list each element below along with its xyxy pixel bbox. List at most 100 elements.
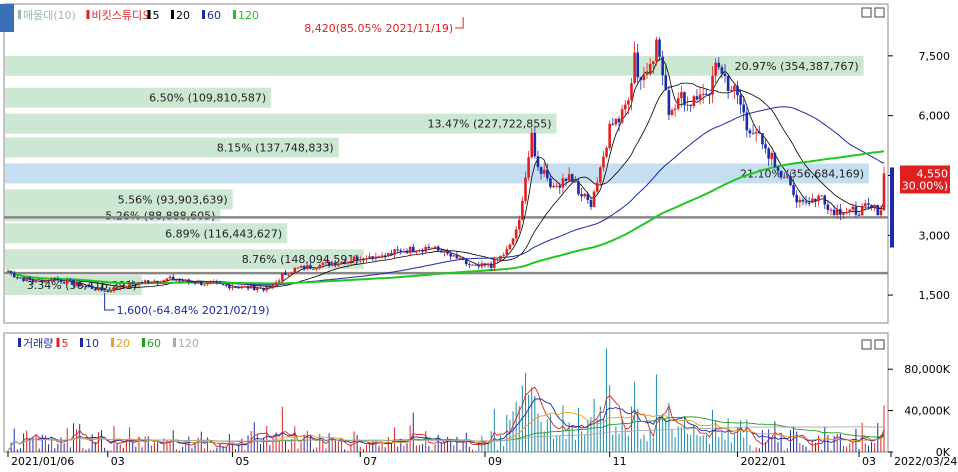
low-annotation: 1,600(-64.84% 2021/02/19) (117, 304, 270, 317)
candle-body (256, 287, 259, 291)
candle-body (175, 280, 178, 282)
candle-body (203, 284, 206, 286)
candle-body (739, 95, 742, 105)
legend-swatch (86, 10, 90, 19)
volume-profile-label: 6.50% (109,810,587) (149, 92, 266, 105)
candle-body (480, 263, 484, 267)
candle-body (327, 262, 331, 266)
candle-body (686, 104, 689, 106)
date-tick-label: 2022/03/24 (894, 455, 957, 468)
candle-body (742, 104, 746, 113)
candle-body (814, 198, 817, 202)
stock-chart: 20.97% (354,387,767) 6.50% (109,810,587) 1… (0, 3, 957, 468)
candle-body (75, 281, 78, 286)
candle-body (418, 249, 421, 252)
candle-body (171, 276, 175, 281)
candle-body (97, 287, 100, 291)
candle-body (854, 206, 858, 215)
candle-body (848, 209, 852, 213)
candle-body (377, 256, 381, 258)
candle-body (184, 279, 187, 282)
candle-body (56, 278, 60, 280)
candle-body (729, 89, 733, 91)
candle-body (287, 274, 290, 276)
candle-body (87, 286, 91, 288)
side-tab[interactable] (0, 4, 14, 32)
candle-body (764, 144, 767, 149)
candle-body (661, 56, 664, 76)
candle-body (455, 255, 459, 259)
legend-label: 20 (176, 9, 190, 22)
candle-body (368, 256, 371, 259)
candle-body (218, 282, 222, 284)
candle-body (209, 282, 212, 284)
candle-body (804, 201, 808, 203)
candle-body (243, 286, 247, 288)
candle-body (583, 193, 587, 197)
candle-body (134, 284, 138, 286)
candle-body (776, 166, 780, 171)
candle-body (168, 276, 172, 279)
candle-body (882, 173, 886, 211)
candle-body (380, 255, 384, 258)
candle-body (770, 152, 774, 159)
date-tick-label: 09 (488, 455, 502, 468)
candle-body (636, 52, 640, 78)
candle-body (265, 286, 269, 291)
candle-body (128, 282, 131, 287)
candle-body (574, 181, 577, 183)
candle-body (399, 250, 403, 253)
candle-body (393, 249, 396, 255)
legend-label: 비킷스튜디오 (92, 9, 153, 22)
volume-minimize-icon[interactable] (861, 339, 872, 350)
candle-body (758, 131, 761, 134)
candle-body (330, 263, 334, 266)
legend-swatch (202, 10, 205, 19)
candle-body (93, 288, 97, 291)
candle-body (555, 185, 558, 187)
candle-body (387, 253, 390, 257)
legend-label: 60 (207, 9, 221, 22)
candle-body (468, 264, 471, 266)
candle-body (717, 62, 721, 68)
candle-body (695, 96, 699, 100)
volume-profile-label: 6.89% (116,443,627) (165, 227, 282, 240)
candle-body (293, 267, 297, 273)
candle-body (103, 290, 106, 292)
candle-body (315, 268, 318, 270)
candle-body (589, 199, 593, 207)
candle-body (477, 264, 481, 267)
candle-body (290, 272, 293, 275)
candle-body (683, 92, 686, 106)
candle-body (561, 178, 565, 188)
candle-body (508, 244, 512, 250)
candle-body (28, 277, 32, 280)
candle-body (586, 193, 590, 200)
candle-body (405, 251, 409, 254)
candle-body (505, 249, 509, 255)
candle-body (421, 249, 424, 252)
candle-body (131, 282, 134, 285)
candle-body (312, 268, 315, 270)
price-minimize-icon[interactable] (861, 7, 872, 18)
candle-body (826, 204, 830, 210)
candle-body (714, 62, 717, 76)
candle-body (633, 52, 636, 84)
volume-close-icon[interactable] (874, 339, 885, 350)
candle-body (779, 170, 783, 178)
legend-label: 120 (238, 9, 259, 22)
candle-body (567, 174, 571, 181)
candle-body (443, 250, 446, 253)
volume-legend-swatch (142, 338, 145, 347)
candle-body (408, 246, 412, 254)
candle-body (309, 265, 312, 269)
candle-body (726, 76, 730, 91)
candle-body (187, 279, 191, 282)
candle-body (346, 262, 350, 264)
price-close-icon[interactable] (874, 7, 885, 18)
candle-body (181, 280, 184, 282)
candle-body (106, 290, 110, 292)
candle-body (599, 167, 602, 183)
candle-body (281, 272, 284, 281)
candle-body (489, 263, 493, 268)
